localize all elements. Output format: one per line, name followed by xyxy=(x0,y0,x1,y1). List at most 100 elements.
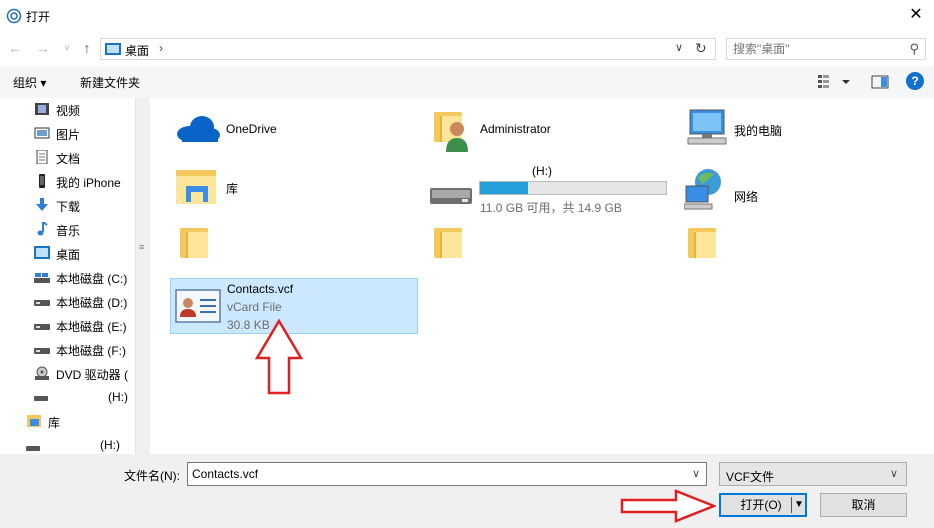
drive-h-label: (H:) xyxy=(532,164,552,178)
sidebar-item-drive-d[interactable]: 本地磁盘 (D:) xyxy=(34,290,144,312)
my-computer-label: 我的电脑 xyxy=(734,124,783,138)
filename-label: 文件名(N): xyxy=(124,469,180,483)
file-name-label: Contacts.vcf xyxy=(227,282,294,296)
sidebar-item-desktop[interactable]: 桌面 xyxy=(34,242,144,264)
sidebar-item-drive-f[interactable]: 本地磁盘 (F:) xyxy=(34,338,144,360)
item-folder[interactable] xyxy=(180,224,220,270)
view-options-icon[interactable] xyxy=(816,72,852,92)
item-folder[interactable] xyxy=(434,224,474,270)
network-label: 网络 xyxy=(734,190,759,204)
library-icon xyxy=(27,415,41,427)
refresh-icon[interactable]: ↻ xyxy=(695,40,711,57)
window-title: 打开 xyxy=(26,10,51,24)
search-icon[interactable]: ⚲ xyxy=(909,41,919,57)
sidebar-item-music[interactable]: 音乐 xyxy=(34,218,144,240)
filename-combobox[interactable]: ∨ xyxy=(187,462,707,486)
title-bar: 打开 ✕ xyxy=(0,0,934,32)
organize-menu[interactable]: 组织 ▾ xyxy=(13,74,46,91)
preview-pane-icon[interactable] xyxy=(870,72,890,92)
download-icon xyxy=(36,198,48,211)
iphone-icon xyxy=(39,174,45,188)
search-input[interactable] xyxy=(733,42,903,56)
scrollbar-grip-icon[interactable]: ≡ xyxy=(139,242,144,252)
item-administrator[interactable]: Administrator xyxy=(434,106,664,162)
folder-icon xyxy=(688,228,716,258)
desktop-icon xyxy=(34,246,50,259)
pictures-icon xyxy=(34,127,50,139)
folder-icon xyxy=(180,228,208,258)
item-folder[interactable] xyxy=(688,224,728,270)
sidebar-item-iphone[interactable]: 我的 iPhone xyxy=(34,170,144,192)
address-row: ← → ˅ ↑ 桌面 › ∨ ↻ ⚲ xyxy=(0,32,934,66)
onedrive-cloud-icon xyxy=(177,116,220,142)
sidebar-item-library[interactable]: 库 xyxy=(26,410,136,432)
address-bar[interactable]: 桌面 › ∨ ↻ xyxy=(100,38,716,60)
sidebar-item-drive-h-2[interactable]: (H:) xyxy=(26,434,136,454)
dvd-icon xyxy=(35,366,49,380)
filetype-value: VCF文件 xyxy=(726,470,775,484)
sidebar-item-drive-h[interactable]: (H:) xyxy=(34,386,144,408)
address-dropdown-icon[interactable]: ∨ xyxy=(675,41,689,54)
toolbar: 组织 ▾ 新建文件夹 ? xyxy=(0,66,934,98)
music-icon xyxy=(37,222,48,236)
sidebar-item-videos[interactable]: 视频 xyxy=(34,98,144,120)
back-arrow-icon[interactable]: ← xyxy=(6,40,24,56)
drive-h-usage-bar xyxy=(479,181,667,195)
app-icon xyxy=(6,8,22,24)
bottom-panel: 文件名(N): ∨ VCF文件 ∨ 打开(O) ▼ 取消 xyxy=(0,454,934,528)
sidebar-scrollbar[interactable]: ≡ xyxy=(135,98,150,454)
item-network[interactable]: 网络 xyxy=(684,164,914,220)
sidebar-item-pictures[interactable]: 图片 xyxy=(34,122,144,144)
user-avatar-icon xyxy=(446,122,468,152)
annotation-up-arrow-icon xyxy=(254,318,304,395)
administrator-label: Administrator xyxy=(480,122,551,136)
up-arrow-icon[interactable]: ↑ xyxy=(78,40,96,56)
drive-h-space: 11.0 GB 可用，共 14.9 GB xyxy=(480,201,622,215)
desktop-folder-icon xyxy=(105,43,121,55)
video-icon xyxy=(35,103,49,115)
folder-icon xyxy=(434,228,462,258)
onedrive-label: OneDrive xyxy=(226,122,277,136)
usb-drive-icon xyxy=(34,396,48,401)
help-icon[interactable]: ? xyxy=(906,72,924,90)
navigation-pane: 视频 图片 文档 我的 iPhone 下载 音乐 桌面 本地磁盘 (C:) 本地… xyxy=(0,98,150,454)
open-button[interactable]: 打开(O) ▼ xyxy=(719,493,807,517)
drive-h-usage-fill xyxy=(480,182,529,194)
network-globe-icon xyxy=(684,169,721,210)
usb-drive-icon xyxy=(26,446,40,451)
sidebar-item-dvd[interactable]: DVD 驱动器 ( xyxy=(34,362,144,384)
drive-icon xyxy=(34,273,50,283)
sidebar-item-documents[interactable]: 文档 xyxy=(34,146,144,168)
filename-dropdown-icon[interactable]: ∨ xyxy=(692,467,700,480)
item-onedrive[interactable]: OneDrive xyxy=(174,106,404,162)
removable-drive-icon xyxy=(430,188,472,204)
filetype-dropdown-icon[interactable]: ∨ xyxy=(890,467,898,480)
library-label: 库 xyxy=(226,182,239,196)
filetype-select[interactable]: VCF文件 ∨ xyxy=(719,462,907,486)
file-list: OneDrive Administrator 我的电脑 库 (H:) 11.0 … xyxy=(152,98,934,454)
forward-arrow-icon[interactable]: → xyxy=(34,40,52,56)
computer-icon xyxy=(687,109,727,145)
filename-input[interactable] xyxy=(192,467,682,481)
item-library[interactable]: 库 xyxy=(174,164,404,220)
cancel-button[interactable]: 取消 xyxy=(820,493,907,517)
file-type-label: vCard File xyxy=(227,300,282,314)
drive-icon xyxy=(34,324,50,330)
annotation-right-arrow-icon xyxy=(620,489,716,523)
breadcrumb-chevron-icon[interactable]: › xyxy=(159,41,163,55)
recent-dropdown-icon[interactable]: ˅ xyxy=(58,40,76,56)
drive-icon xyxy=(34,348,50,354)
sidebar-item-drive-e[interactable]: 本地磁盘 (E:) xyxy=(34,314,144,336)
sidebar-item-downloads[interactable]: 下载 xyxy=(34,194,144,216)
close-icon[interactable]: ✕ xyxy=(904,4,928,28)
sidebar-item-drive-c[interactable]: 本地磁盘 (C:) xyxy=(34,266,144,288)
vcard-icon xyxy=(175,289,221,323)
new-folder-button[interactable]: 新建文件夹 xyxy=(80,74,140,91)
item-my-computer[interactable]: 我的电脑 xyxy=(684,106,914,162)
library-folder-icon xyxy=(176,170,216,204)
documents-icon xyxy=(36,150,48,164)
search-box[interactable]: ⚲ xyxy=(726,38,926,60)
drive-icon xyxy=(34,300,50,306)
open-dropdown-icon[interactable]: ▼ xyxy=(794,495,804,515)
breadcrumb-desktop[interactable]: 桌面 xyxy=(125,42,149,59)
